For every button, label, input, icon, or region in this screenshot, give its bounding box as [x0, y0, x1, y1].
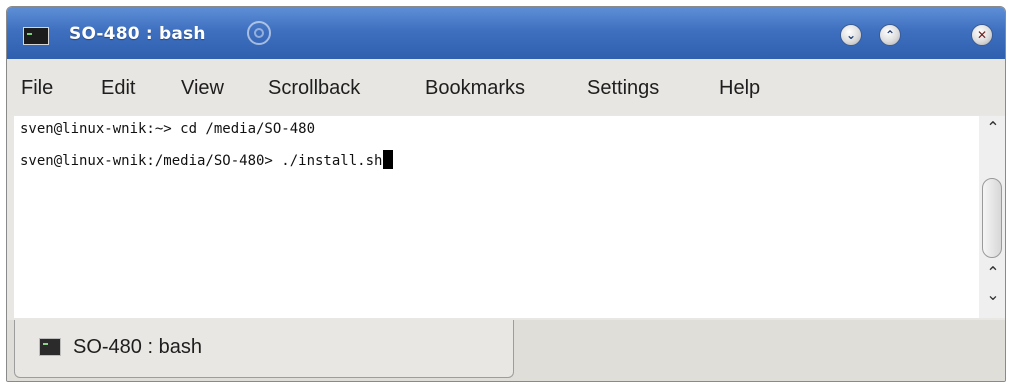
minimize-button[interactable]: ⌄ [840, 24, 862, 46]
menu-help[interactable]: Help [719, 77, 760, 100]
terminal-line-text: sven@linux-wnik:/media/SO-480> ./install… [20, 153, 383, 169]
menu-scrollback[interactable]: Scrollback [268, 77, 360, 100]
scroll-up-arrow-icon[interactable]: ⌃ [984, 120, 1002, 136]
tab-bar: SO-480 : bash [7, 320, 1005, 381]
scroll-down-arrow-icon[interactable]: ⌄ [984, 287, 1002, 303]
terminal-window: SO-480 : bash ⌄ ⌃ ✕ File Edit View Scrol… [6, 6, 1006, 382]
title-bar[interactable]: SO-480 : bash ⌄ ⌃ ✕ [7, 7, 1005, 60]
menu-bookmarks[interactable]: Bookmarks [425, 77, 525, 100]
sticky-pin-icon[interactable] [247, 21, 271, 45]
chevron-down-icon: ⌄ [845, 28, 857, 42]
close-icon: ✕ [976, 28, 988, 42]
terminal-line-text: sven@linux-wnik:~> cd /media/SO-480 [20, 121, 316, 137]
terminal-line: sven@linux-wnik:/media/SO-480> ./install… [20, 150, 394, 169]
text-cursor [383, 150, 394, 169]
scroll-up-arrow-icon[interactable]: ⌃ [984, 265, 1002, 281]
tab-so-480-bash[interactable]: SO-480 : bash [14, 320, 514, 378]
chevron-up-icon: ⌃ [884, 28, 896, 42]
terminal-icon [39, 338, 61, 356]
window-title: SO-480 : bash [69, 24, 206, 44]
scrollbar-thumb[interactable] [982, 178, 1002, 258]
terminal-line: sven@linux-wnik:~> cd /media/SO-480 [20, 121, 315, 137]
menu-file[interactable]: File [21, 77, 53, 100]
menu-edit[interactable]: Edit [101, 77, 135, 100]
close-button[interactable]: ✕ [971, 24, 993, 46]
menu-view[interactable]: View [181, 77, 224, 100]
terminal-icon[interactable] [23, 27, 49, 45]
vertical-scrollbar[interactable]: ⌃ ⌃ ⌄ [979, 116, 1005, 318]
menu-settings[interactable]: Settings [587, 77, 659, 100]
tab-label: SO-480 : bash [73, 336, 202, 358]
menu-bar: File Edit View Scrollback Bookmarks Sett… [7, 59, 1005, 115]
maximize-button[interactable]: ⌃ [879, 24, 901, 46]
terminal-output[interactable]: sven@linux-wnik:~> cd /media/SO-480 sven… [14, 116, 979, 318]
